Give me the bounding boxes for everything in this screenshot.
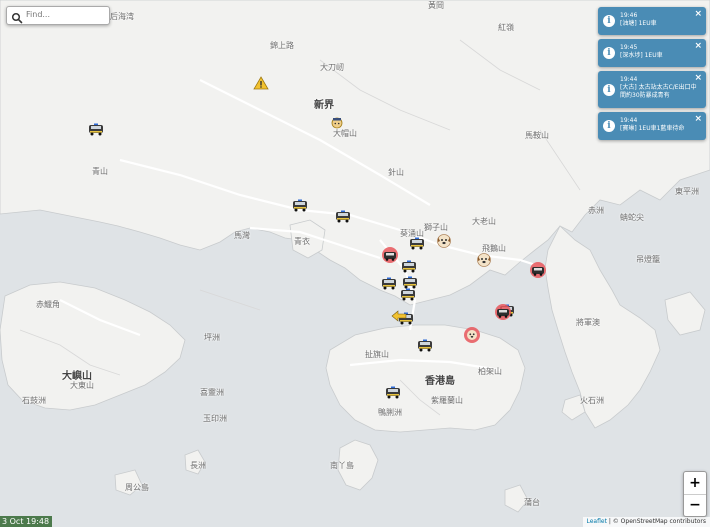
place-label: 火石洲 [580,396,604,405]
police-van-marker-icon[interactable] [408,235,426,251]
notification-card[interactable]: i 19:45 [深水埗] 1EU車 × [598,39,706,67]
place-label: 赤鱲角 [36,300,60,309]
place-label: 獅子山 [424,223,448,232]
attribution-text: | © OpenStreetMap contributors [606,518,706,525]
zoom-out-button[interactable]: − [684,494,706,516]
search-input[interactable] [26,8,106,21]
place-label: 青山 [92,167,108,176]
place-label: 蚺蛇尖 [620,213,644,222]
place-label: 大老山 [472,217,496,226]
place-label: 長洲 [190,461,206,470]
police-dog-alert-marker-icon[interactable] [463,327,481,343]
notification-time: 19:46 [620,12,638,19]
notification-card[interactable]: i 19:44 [大古] 太古站太古C/E出口中間約30防暴成青有 × [598,71,706,108]
notification-card[interactable]: i 19:46 [油塘] 1EU車 × [598,7,706,35]
zoom-control: + − [683,471,707,517]
place-label: 柏架山 [478,367,502,376]
police-van-marker-icon[interactable] [416,337,434,353]
place-label: 錦上路 [270,41,294,50]
place-label: 石鼓洲 [22,396,46,405]
notification-message: [大古] 太古站太古C/E出口中間約30防暴成青有 [620,84,697,99]
place-label: 大東山 [70,381,94,390]
arrow-marker-icon[interactable] [390,308,408,324]
search-icon [11,9,23,24]
officer-marker-icon[interactable] [328,115,346,131]
close-icon[interactable]: × [694,10,702,19]
place-label: 針山 [388,168,404,177]
place-label: 大刀屻 [320,63,344,72]
place-label: 東平洲 [675,187,699,196]
notification-time: 19:44 [620,117,638,124]
place-label: 黃岡 [428,1,444,10]
notification-message: [寶琳] 1EU車1藍車待命 [620,125,685,132]
police-van-marker-icon[interactable] [380,275,398,291]
place-label-major: 香港島 [425,376,455,387]
place-label: 赤洲 [588,206,604,215]
police-van-marker-icon[interactable] [291,197,309,213]
notification-message: [油塘] 1EU車 [620,20,657,27]
map-attribution: Leaflet | © OpenStreetMap contributors [582,517,710,527]
close-icon[interactable]: × [694,115,702,124]
police-dog-marker-icon[interactable] [435,233,453,249]
place-label: 紫羅蘭山 [431,396,463,405]
place-label: 馬灣 [234,231,250,240]
info-icon: i [603,120,615,132]
police-van-marker-icon[interactable] [87,121,105,137]
police-van-alert-marker-icon[interactable] [494,304,512,320]
info-icon: i [603,47,615,59]
notification-message: [深水埗] 1EU車 [620,52,663,59]
police-dog-marker-icon[interactable] [475,252,493,268]
info-icon: i [603,83,615,96]
police-van-alert-marker-icon[interactable] [381,247,399,263]
warning-marker-icon[interactable] [252,75,270,91]
zoom-in-button[interactable]: + [684,472,706,494]
place-label: 馬鞍山 [525,131,549,140]
notification-card[interactable]: i 19:44 [寶琳] 1EU車1藍車待命 × [598,112,706,140]
leaflet-link[interactable]: Leaflet [587,518,607,525]
police-van-alert-marker-icon[interactable] [529,262,547,278]
place-label-major: 新界 [314,100,334,111]
close-icon[interactable]: × [694,42,702,51]
place-label: 鴨脷洲 [378,408,402,417]
place-label: 南丫島 [330,461,354,470]
police-van-marker-icon[interactable] [334,208,352,224]
police-van-marker-icon[interactable] [384,384,402,400]
place-label: 蒲台 [524,498,540,507]
place-label: 將軍澳 [576,318,600,327]
close-icon[interactable]: × [694,74,702,83]
place-label: 紅嶺 [498,23,514,32]
place-label: 青衣 [294,237,310,246]
notification-time: 19:44 [620,76,638,83]
place-label: 后海湾 [110,12,134,21]
place-label: 吊燈籠 [636,255,660,264]
place-label: 扯旗山 [365,350,389,359]
timestamp-badge: 3 Oct 19:48 [0,516,53,527]
place-label: 玉印洲 [203,414,227,423]
notification-time: 19:45 [620,44,638,51]
place-label: 喜靈洲 [200,388,224,397]
place-label: 坪洲 [204,333,220,342]
place-label: 周公島 [125,483,149,492]
police-van-marker-icon[interactable] [400,258,418,274]
police-van-marker-icon[interactable] [399,286,417,302]
info-icon: i [603,15,615,27]
search-box[interactable] [6,6,110,25]
